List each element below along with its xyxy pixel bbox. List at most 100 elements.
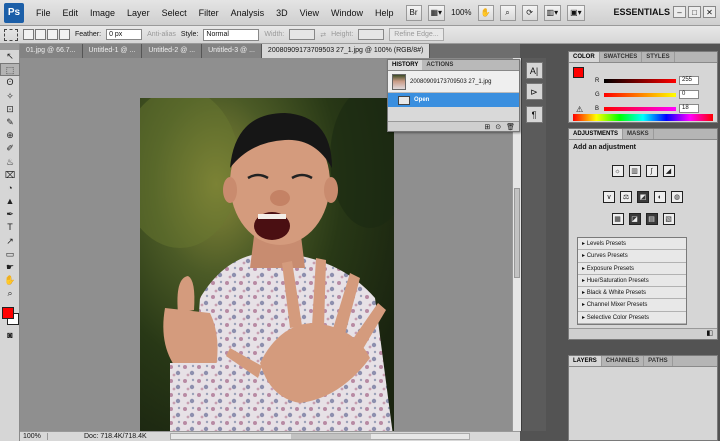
preset-hue-saturation[interactable]: Hue/Saturation Presets <box>578 275 686 288</box>
menu-window[interactable]: Window <box>325 0 369 26</box>
rotate-view-icon[interactable]: ⟳ <box>521 4 538 21</box>
photo-filter-icon[interactable]: ◐ <box>654 191 666 203</box>
gamut-warning-icon[interactable]: ⚠ <box>576 105 583 114</box>
color-panel-fg-swatch[interactable] <box>573 67 584 78</box>
zoom-tool-icon[interactable]: ⌕ <box>0 287 20 300</box>
preset-selective-color[interactable]: Selective Color Presets <box>578 312 686 325</box>
path-selection-tool-icon[interactable]: ↗ <box>0 235 20 248</box>
channel-mixer-icon[interactable]: ◍ <box>671 191 683 203</box>
subtract-selection-icon[interactable] <box>47 29 58 40</box>
menu-help[interactable]: Help <box>369 0 400 26</box>
levels-icon[interactable]: ▥ <box>628 165 641 177</box>
tab-channels[interactable]: CHANNELS <box>602 356 645 366</box>
preset-channel-mixer[interactable]: Channel Mixer Presets <box>578 299 686 312</box>
magic-wand-tool-icon[interactable]: ✧ <box>0 90 20 103</box>
vertical-scroll-thumb[interactable] <box>514 188 520 278</box>
close-icon[interactable]: ✕ <box>703 6 716 18</box>
tab-document-3[interactable]: Untitled-2 @ ... <box>142 44 203 58</box>
tab-styles[interactable]: STYLES <box>642 52 675 62</box>
gradient-map-icon[interactable]: ▤ <box>645 213 658 225</box>
healing-brush-tool-icon[interactable]: ⊕ <box>0 129 20 142</box>
workspace-switcher[interactable]: ESSENTIALS <box>613 7 670 17</box>
menu-image[interactable]: Image <box>84 0 121 26</box>
screen-mode-icon[interactable]: ▣▾ <box>567 4 585 21</box>
preset-levels[interactable]: Levels Presets <box>578 238 686 251</box>
tab-swatches[interactable]: SWATCHES <box>600 52 643 62</box>
tab-actions[interactable]: ACTIONS <box>422 60 457 70</box>
menu-analysis[interactable]: Analysis <box>225 0 271 26</box>
arrange-documents-icon[interactable]: ▥▾ <box>543 4 562 21</box>
add-selection-icon[interactable] <box>35 29 46 40</box>
history-state-open[interactable]: Open <box>388 93 519 107</box>
rectangular-marquee-tool-icon[interactable]: ⬚ <box>0 63 20 77</box>
tab-document-2[interactable]: Untitled-1 @ ... <box>82 44 143 58</box>
invert-icon[interactable]: ▦ <box>611 213 624 225</box>
trash-icon[interactable]: 🗑 <box>506 123 515 131</box>
minimize-icon[interactable]: – <box>673 6 686 18</box>
eyedropper-tool-icon[interactable]: ✎ <box>0 116 20 129</box>
channel-g-value[interactable]: 0 <box>679 90 699 99</box>
posterize-icon[interactable]: ◪ <box>628 213 641 225</box>
tab-paths[interactable]: PATHS <box>644 356 673 366</box>
intersect-selection-icon[interactable] <box>59 29 70 40</box>
tab-layers[interactable]: LAYERS <box>569 356 602 366</box>
width-input[interactable] <box>289 29 316 40</box>
hand-icon[interactable]: ✋ <box>477 4 494 21</box>
selective-color-icon[interactable]: ▧ <box>662 213 675 225</box>
tab-color[interactable]: COLOR <box>569 52 600 62</box>
pen-tool-icon[interactable]: ✒ <box>0 208 20 221</box>
menu-file[interactable]: File <box>30 0 57 26</box>
tab-document-active[interactable]: 20080909173709503 27_1.jpg @ 100% (RGB/8… <box>261 44 431 58</box>
exposure-icon[interactable]: ◢ <box>662 165 675 177</box>
clone-stamp-tool-icon[interactable]: ♨ <box>0 156 20 169</box>
history-snapshot[interactable]: 20080909173709503 27_1.jpg <box>388 71 519 93</box>
tab-document-1[interactable]: 01.jpg @ 66.7... <box>20 44 83 58</box>
paragraph-panel-icon[interactable]: ¶ <box>525 106 543 123</box>
zoom-icon[interactable]: ⌕ <box>499 4 516 21</box>
status-doc-size[interactable]: Doc: 718.4K/718.4K <box>84 433 147 440</box>
type-tool-icon[interactable]: T <box>0 221 20 234</box>
dodge-tool-icon[interactable]: ▲ <box>0 195 20 208</box>
create-snapshot-icon[interactable]: ⊙ <box>495 123 501 131</box>
brightness-contrast-icon[interactable]: ☼ <box>611 165 624 177</box>
preset-black-white[interactable]: Black & White Presets <box>578 287 686 300</box>
channel-g-slider[interactable] <box>604 92 676 97</box>
horizontal-scroll-thumb[interactable] <box>291 434 371 439</box>
zoom-level-select[interactable]: 100% <box>451 8 471 17</box>
tab-history[interactable]: HISTORY <box>388 60 423 70</box>
bridge-icon[interactable]: Br <box>405 4 422 21</box>
menu-3d[interactable]: 3D <box>270 0 294 26</box>
crop-tool-icon[interactable]: ⊡ <box>0 103 20 116</box>
hand-tool-icon[interactable]: ✋ <box>0 274 20 287</box>
feather-input[interactable]: 0 px <box>106 29 143 40</box>
menu-view[interactable]: View <box>294 0 325 26</box>
marquee-preset-icon[interactable] <box>4 28 18 41</box>
preset-exposure[interactable]: Exposure Presets <box>578 263 686 275</box>
tab-document-4[interactable]: Untitled-3 @ ... <box>202 44 262 58</box>
document-photo[interactable] <box>140 98 394 431</box>
status-zoom[interactable]: 100% <box>20 433 48 440</box>
height-input[interactable] <box>358 29 385 40</box>
style-select[interactable]: Normal <box>203 28 260 41</box>
menu-edit[interactable]: Edit <box>57 0 85 26</box>
black-white-icon[interactable]: ◩ <box>637 191 649 203</box>
tab-masks[interactable]: MASKS <box>623 129 654 139</box>
actions-panel-icon[interactable]: ⊳ <box>525 83 543 100</box>
channel-r-slider[interactable] <box>604 78 676 83</box>
channel-b-slider[interactable] <box>604 106 676 111</box>
vibrance-icon[interactable]: ∨ <box>603 191 615 203</box>
new-document-from-state-icon[interactable]: ⊞ <box>484 123 490 131</box>
character-panel-icon[interactable]: A| <box>525 62 543 79</box>
channel-b-value[interactable]: 18 <box>679 104 699 113</box>
antialias-checkbox[interactable]: Anti-alias <box>147 31 176 38</box>
new-selection-icon[interactable] <box>23 29 34 40</box>
channel-r-value[interactable]: 255 <box>679 76 699 85</box>
move-tool-icon[interactable]: ↖ <box>0 50 20 63</box>
tab-adjustments[interactable]: ADJUSTMENTS <box>569 129 624 139</box>
clip-to-layer-icon[interactable]: ◧ <box>706 330 713 337</box>
horizontal-scrollbar[interactable] <box>170 433 470 440</box>
swap-icon[interactable]: ⇄ <box>320 31 326 39</box>
color-balance-icon[interactable]: ⚖ <box>620 191 632 203</box>
lasso-tool-icon[interactable]: ʘ <box>0 76 20 89</box>
color-spectrum-bar[interactable] <box>573 114 713 121</box>
